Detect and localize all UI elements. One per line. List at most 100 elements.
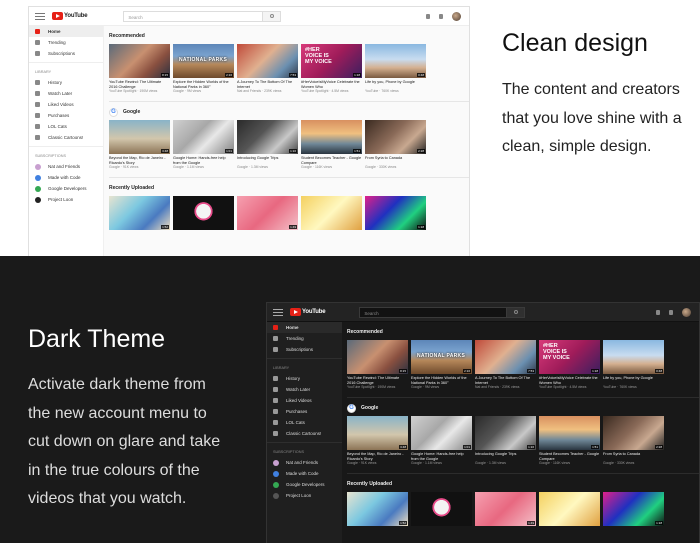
video-thumbnail[interactable]: NATIONAL PARKS 2:16 xyxy=(173,44,234,78)
video-card[interactable]: #HER VOICE IS MY VOICE 1:18 #HerVoiceIsMyV… xyxy=(539,340,600,389)
sidebar-item-history[interactable]: History xyxy=(29,77,103,88)
video-card[interactable]: 1:51 Student Becomes Teacher - Google Com… xyxy=(301,120,362,169)
video-card[interactable]: 7:53 A Journey To The Bottom Of The Inter… xyxy=(475,340,536,389)
video-thumbnail[interactable]: 3:48 xyxy=(347,416,408,451)
video-thumbnail[interactable]: 8:15 xyxy=(109,44,170,78)
subscription-item[interactable]: Google Developers xyxy=(29,183,103,194)
subscription-item[interactable]: Nat and Friends xyxy=(267,457,342,468)
video-thumbnail[interactable]: 7:53 xyxy=(237,44,298,78)
sidebar-item-liked-videos[interactable]: Liked Videos xyxy=(267,395,342,406)
menu-icon[interactable] xyxy=(35,12,45,20)
video-card[interactable]: 3:48 Beyond the Map, Rio de Janeiro - Ric… xyxy=(347,416,408,465)
video-card[interactable]: 3:48 Beyond the Map, Rio de Janeiro - Ric… xyxy=(109,120,170,169)
youtube-logo[interactable]: YouTube xyxy=(52,12,88,20)
subscription-item[interactable]: Made with Code xyxy=(29,172,103,183)
bell-icon[interactable] xyxy=(669,309,673,315)
upload-icon[interactable] xyxy=(656,309,660,315)
sidebar-item-lol-cats[interactable]: LOL Cats xyxy=(29,121,103,132)
sidebar-item-liked-videos[interactable]: Liked Videos xyxy=(29,99,103,110)
subscription-item[interactable]: Google Developers xyxy=(267,479,342,490)
sidebar-item-trending[interactable]: Trending xyxy=(267,333,342,344)
video-card[interactable]: 0:48 Life by you, Phone by Google YouTube … xyxy=(603,340,664,389)
subscription-item[interactable]: Project Loon xyxy=(29,194,103,205)
video-thumbnail[interactable]: 0:48 xyxy=(365,44,426,78)
search-button[interactable] xyxy=(263,10,282,22)
sidebar-item-classic-cartoons[interactable]: Classic Cartoons! xyxy=(29,132,103,143)
sidebar-item-trending[interactable]: Trending xyxy=(29,37,103,48)
video-card[interactable]: 2:28 From Syria to Canada Google · 330K vi… xyxy=(603,416,664,465)
video-card[interactable]: #HER VOICE IS MY VOICE 1:18 #HerVoiceIsMyV… xyxy=(301,44,362,93)
sidebar-item-watch-later[interactable]: Watch Later xyxy=(29,88,103,99)
sidebar-item-watch-later[interactable]: Watch Later xyxy=(267,384,342,395)
video-thumbnail[interactable]: 1:49 xyxy=(237,196,298,231)
video-thumbnail[interactable]: 1:01 xyxy=(173,120,234,155)
sidebar-item-home[interactable]: Home xyxy=(29,26,103,37)
video-card[interactable]: 1:52 xyxy=(347,492,408,527)
video-thumbnail[interactable] xyxy=(173,196,234,231)
video-thumbnail[interactable]: 0:48 xyxy=(603,340,664,374)
search-button[interactable] xyxy=(507,306,526,318)
avatar[interactable] xyxy=(682,307,691,317)
video-thumbnail[interactable]: 3:48 xyxy=(109,120,170,155)
video-thumbnail[interactable]: #HER VOICE IS MY VOICE 1:18 xyxy=(539,340,600,374)
video-card[interactable]: NATIONAL PARKS 2:16 Explore the Hidden Wor… xyxy=(173,44,234,93)
video-card[interactable]: 1:18 xyxy=(603,492,664,527)
video-thumbnail[interactable]: 1:51 xyxy=(301,120,362,155)
video-thumbnail[interactable]: 1:18 xyxy=(365,196,426,231)
video-thumbnail[interactable]: #HER VOICE IS MY VOICE 1:18 xyxy=(301,44,362,78)
video-card[interactable]: 0:48 Life by you, Phone by Google YouTube … xyxy=(365,44,426,93)
video-thumbnail[interactable]: 1:18 xyxy=(603,492,664,527)
video-card[interactable]: 8:15 YouTube Rewind: The Ultimate 2016 Ch… xyxy=(109,44,170,93)
video-card[interactable]: 1:49 xyxy=(237,196,298,231)
video-thumbnail[interactable]: 2:28 xyxy=(365,120,426,155)
section-title-google[interactable]: G Google xyxy=(109,107,469,117)
sidebar-item-lol-cats[interactable]: LOL Cats xyxy=(267,417,342,428)
video-thumbnail[interactable] xyxy=(411,492,472,527)
video-thumbnail[interactable] xyxy=(539,492,600,527)
video-card[interactable] xyxy=(173,196,234,231)
youtube-logo[interactable]: YouTube xyxy=(290,308,326,316)
video-card[interactable]: 1:18 xyxy=(365,196,426,231)
section-title-google[interactable]: G Google xyxy=(347,403,699,413)
sidebar-item-purchases[interactable]: Purchases xyxy=(267,406,342,417)
sidebar-item-classic-cartoons[interactable]: Classic Cartoons! xyxy=(267,428,342,439)
sidebar-item-subscriptions[interactable]: Subscriptions xyxy=(29,48,103,59)
video-card[interactable]: 1:16 Introducing Google Trips Google · 1.3… xyxy=(475,416,536,465)
video-thumbnail[interactable]: NATIONAL PARKS 2:16 xyxy=(411,340,472,374)
video-card[interactable] xyxy=(301,196,362,231)
upload-icon[interactable] xyxy=(426,13,430,19)
video-card[interactable]: 1:16 Introducing Google Trips Google · 1.3… xyxy=(237,120,298,169)
bell-icon[interactable] xyxy=(439,13,443,19)
sidebar-item-home[interactable]: Home xyxy=(267,322,342,333)
video-card[interactable]: NATIONAL PARKS 2:16 Explore the Hidden Wor… xyxy=(411,340,472,389)
search-input[interactable]: Search xyxy=(359,306,508,318)
video-thumbnail[interactable]: 1:16 xyxy=(237,120,298,155)
video-card[interactable]: 2:28 From Syria to Canada Google · 330K vi… xyxy=(365,120,426,169)
sidebar-item-history[interactable]: History xyxy=(267,373,342,384)
video-card[interactable] xyxy=(411,492,472,527)
video-card[interactable]: 1:01 Google Home: Hands-free help from th… xyxy=(411,416,472,465)
video-card[interactable]: 1:01 Google Home: Hands-free help from th… xyxy=(173,120,234,169)
video-thumbnail[interactable]: 1:01 xyxy=(411,416,472,451)
video-thumbnail[interactable]: 1:51 xyxy=(539,416,600,451)
avatar[interactable] xyxy=(452,11,461,21)
subscription-item[interactable]: Project Loon xyxy=(267,490,342,501)
video-thumbnail[interactable]: 2:28 xyxy=(603,416,664,451)
subscription-item[interactable]: Nat and Friends xyxy=(29,161,103,172)
subscription-item[interactable]: Made with Code xyxy=(267,468,342,479)
video-thumbnail[interactable]: 1:16 xyxy=(475,416,536,451)
video-thumbnail[interactable]: 1:52 xyxy=(347,492,408,527)
sidebar-item-subscriptions[interactable]: Subscriptions xyxy=(267,344,342,355)
video-thumbnail[interactable]: 8:15 xyxy=(347,340,408,374)
video-card[interactable]: 1:49 xyxy=(475,492,536,527)
video-card[interactable]: 8:15 YouTube Rewind: The Ultimate 2016 Ch… xyxy=(347,340,408,389)
video-card[interactable]: 1:52 xyxy=(109,196,170,231)
sidebar-item-purchases[interactable]: Purchases xyxy=(29,110,103,121)
video-card[interactable]: 7:53 A Journey To The Bottom Of The Inter… xyxy=(237,44,298,93)
search-input[interactable]: Search xyxy=(123,10,264,22)
video-thumbnail[interactable]: 7:53 xyxy=(475,340,536,374)
video-thumbnail[interactable]: 1:49 xyxy=(475,492,536,527)
menu-icon[interactable] xyxy=(273,308,283,316)
video-thumbnail[interactable]: 1:52 xyxy=(109,196,170,231)
video-card[interactable]: 1:51 Student Becomes Teacher - Google Com… xyxy=(539,416,600,465)
